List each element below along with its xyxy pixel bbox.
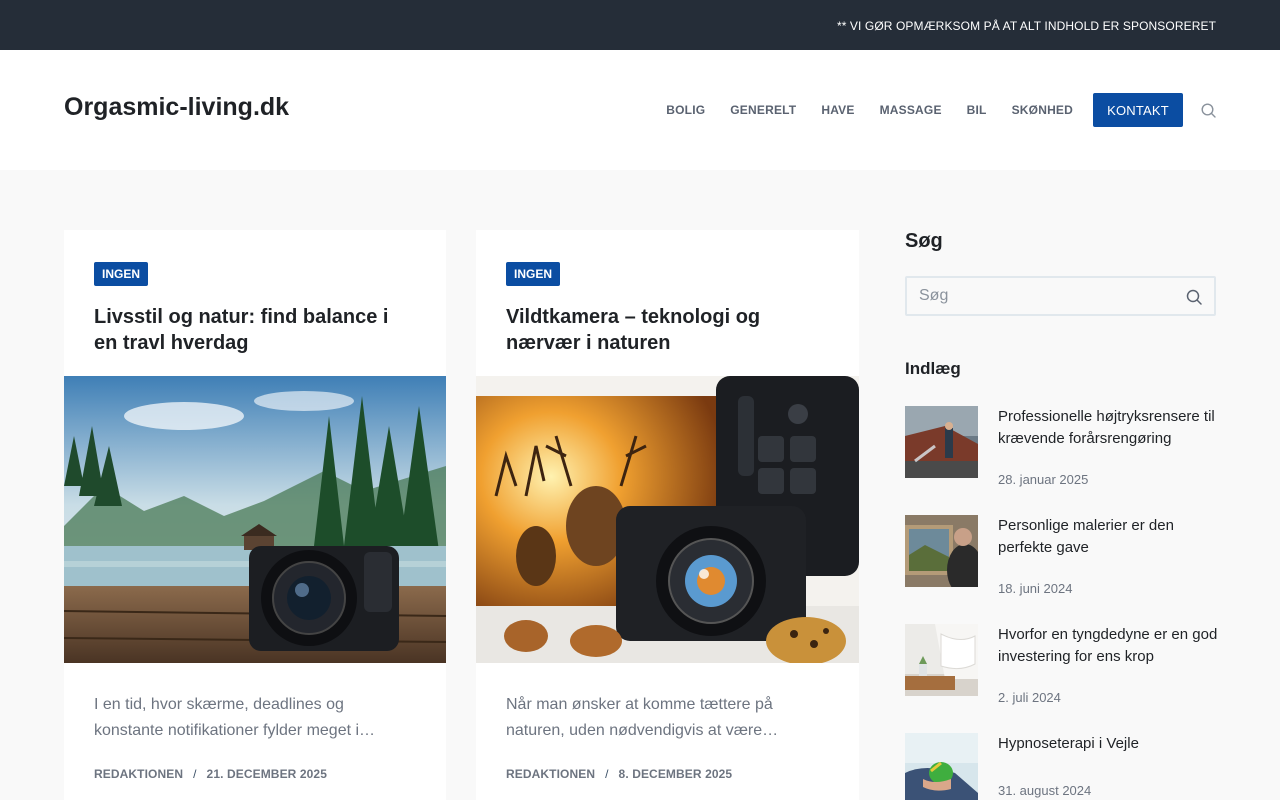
nav-item-skonhed[interactable]: SKØNHED [1012,103,1073,117]
post-thumbnail[interactable] [905,406,978,478]
article-date: 8. DECEMBER 2025 [618,767,733,781]
post-date: 2. juli 2024 [998,690,1061,705]
post-thumbnail[interactable] [905,515,978,587]
post-date: 31. august 2024 [998,783,1092,798]
category-badge[interactable]: INGEN [94,262,149,286]
top-notice-bar: ** VI GØR OPMÆRKSOM PÅ AT ALT INDHOLD ER… [0,0,1280,50]
nav-item-bil[interactable]: BIL [967,103,987,117]
post-title[interactable]: Personlige malerier er den perfekte gave [998,515,1218,559]
article-image[interactable] [476,376,859,663]
article-meta: REDAKTIONEN / 21. DECEMBER 2025 [94,767,327,781]
site-header: Orgasmic-living.dk BOLIG GENERELT HAVE M… [0,50,1280,170]
article-card: INGEN Vildtkamera – teknologi og nærvær … [476,230,859,800]
posts-widget-title: Indlæg [905,359,961,378]
article-title[interactable]: Livsstil og natur: find balance i en tra… [94,304,414,356]
post-title[interactable]: Professionelle højtryksrensere til kræve… [998,406,1218,450]
main-nav: BOLIG GENERELT HAVE MASSAGE BIL SKØNHED … [666,93,1183,127]
sponsored-notice: ** VI GØR OPMÆRKSOM PÅ AT ALT INDHOLD ER… [836,19,1216,33]
article-author[interactable]: REDAKTIONEN [506,767,595,781]
post-thumbnail[interactable] [905,624,978,696]
article-card: INGEN Livsstil og natur: find balance i … [64,230,446,800]
article-title[interactable]: Vildtkamera – teknologi og nærvær i natu… [506,304,826,356]
search-widget-title: Søg [905,230,943,252]
nav-item-massage[interactable]: MASSAGE [880,103,942,117]
contact-button[interactable]: KONTAKT [1093,93,1183,127]
nav-item-have[interactable]: HAVE [821,103,854,117]
category-badge[interactable]: INGEN [506,262,561,286]
search-icon[interactable] [1186,289,1202,305]
sidebar: Søg Søg Indlæg Professionelle højtryksre… [905,230,1217,800]
post-date: 28. januar 2025 [998,472,1089,487]
article-meta: REDAKTIONEN / 8. DECEMBER 2025 [506,767,732,781]
article-excerpt: I en tid, hvor skærme, deadlines og kons… [94,696,376,739]
article-image[interactable] [64,376,446,663]
search-icon[interactable] [1201,103,1216,118]
site-title[interactable]: Orgasmic-living.dk [64,93,289,122]
article-excerpt: Når man ønsker at komme tættere på natur… [506,696,779,739]
meta-separator: / [193,767,197,781]
post-thumbnail[interactable] [905,733,978,800]
article-date: 21. DECEMBER 2025 [206,767,327,781]
search-placeholder: Søg [919,287,949,304]
article-author[interactable]: REDAKTIONEN [94,767,183,781]
nav-item-bolig[interactable]: BOLIG [666,103,705,117]
post-date: 18. juni 2024 [998,581,1073,596]
post-title[interactable]: Hvorfor en tyngdedyne er en god invester… [998,624,1218,668]
post-title[interactable]: Hypnoseterapi i Vejle [998,733,1218,755]
sidebar-search-input[interactable]: Søg [905,276,1216,316]
meta-separator: / [605,767,609,781]
nav-item-generelt[interactable]: GENERELT [730,103,796,117]
